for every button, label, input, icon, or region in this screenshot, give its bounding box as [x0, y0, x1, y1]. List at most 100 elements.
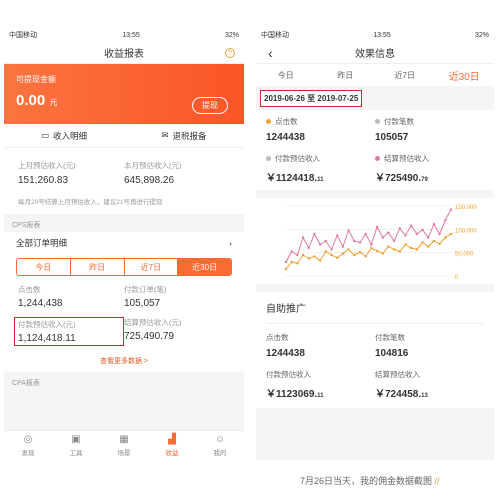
tab-tools[interactable]: ▣ 工具 [52, 431, 100, 460]
data-point [381, 236, 384, 239]
data-point [358, 241, 362, 244]
cpa-section-title: CPA报表 [12, 380, 40, 387]
help-icon[interactable]: ? [225, 47, 235, 58]
promo-paid-cents: 11 [317, 393, 324, 399]
settled-income-value: ￥725490. [375, 173, 422, 184]
data-point [415, 232, 419, 236]
tax-report-link[interactable]: ✉ 退税报备 [124, 124, 244, 147]
effect-stats: 点击数 1244438 付款笔数 105057 付款预估收入 ￥1124418.11 … [256, 110, 494, 190]
data-point [324, 250, 328, 253]
paid-income-label: 付款预估收入(元) [18, 320, 76, 329]
tab-today[interactable]: 今日 [17, 259, 71, 275]
withdraw-unit: 元 [49, 98, 58, 107]
tab-discover[interactable]: ◎ 发现 [4, 431, 52, 460]
promo-settled-value: ￥724458. [375, 389, 422, 400]
data-point [438, 242, 441, 245]
paid-income-cents: 11 [317, 177, 324, 183]
cps-section-title: CPS报表 [12, 222, 41, 229]
promo-settled-cents: 13 [421, 393, 428, 399]
data-point [381, 252, 384, 255]
paid-income-label: 付款预估收入 [275, 154, 320, 163]
data-point [387, 231, 390, 234]
this-month-label: 本月预估收入(元) [124, 161, 182, 170]
data-point [449, 232, 453, 236]
all-orders-label: 全部订单明细 [16, 238, 68, 248]
data-point [336, 256, 339, 259]
slash-icon: // [434, 476, 440, 486]
tab-yesterday[interactable]: 昨日 [71, 259, 125, 275]
caption-text: 7月26日当天，我的佣金数据截图 [300, 476, 433, 486]
tab-today[interactable]: 今日 [256, 70, 316, 81]
income-detail-link[interactable]: ▭ 收入明细 [4, 124, 124, 147]
tab-30days[interactable]: 近30日 [435, 68, 495, 83]
tab-me[interactable]: ☺ 我的 [196, 431, 244, 460]
view-more-link[interactable]: 查看更多数据 > [4, 350, 244, 372]
nav-bar: 收益报表 ? [4, 42, 244, 64]
tax-report-label: 退税报备 [172, 130, 207, 141]
paid-income-value: ￥1124418. [266, 173, 318, 184]
tab-yesterday[interactable]: 昨日 [316, 70, 376, 81]
income-detail-label: 收入明细 [53, 130, 88, 141]
tab-scenes[interactable]: ▦ 场景 [100, 431, 148, 460]
tab-7days[interactable]: 近7日 [375, 70, 435, 81]
left-screenshot: 中国移动 13:55 32% 收益报表 ? 可提现金额 0.00 元 提现 ▭ 收… [4, 28, 244, 460]
data-point [375, 249, 379, 252]
data-point [421, 228, 424, 231]
data-point [392, 239, 396, 243]
tab-tools-label: 工具 [69, 450, 83, 457]
data-point [421, 241, 424, 244]
data-point [409, 246, 413, 250]
data-point [307, 257, 310, 260]
data-point [432, 239, 436, 243]
time: 13:55 [373, 31, 391, 39]
data-point [347, 229, 350, 232]
data-point [296, 262, 299, 265]
chevron-right-icon: › [229, 238, 232, 248]
data-point [432, 223, 436, 226]
settled-income-cents: 79 [421, 177, 428, 183]
withdraw-label: 可提现金额 [16, 75, 56, 84]
self-promotion-card: 自助推广 点击数 1244438 付款笔数 104816 付款预估收入 ￥112306… [256, 292, 494, 408]
bottom-tab-bar: ◎ 发现 ▣ 工具 ▦ 场景 ▟ 收益 ☺ 我的 [4, 430, 244, 460]
wallet-icon: ▭ [40, 130, 49, 140]
data-point [336, 234, 339, 237]
data-point [290, 250, 293, 253]
status-bar: 中国移动 13:55 32% [4, 28, 244, 42]
nav-bar: ‹ 效果信息 [256, 42, 494, 64]
data-point [449, 208, 453, 211]
carrier: 中国移动 [9, 32, 37, 39]
data-point [438, 232, 441, 236]
tab-7days[interactable]: 近7日 [125, 259, 179, 275]
date-tabs: 今日 昨日 近7日 近30日 [16, 258, 232, 276]
page-title: 收益报表 [104, 49, 144, 60]
battery: 32% [474, 31, 489, 39]
this-month-value: 645,898.26 [124, 175, 175, 186]
all-orders-link[interactable]: 全部订单明细 › [4, 232, 244, 254]
withdraw-button[interactable]: 提现 [192, 97, 228, 114]
withdraw-card: 可提现金额 0.00 元 提现 [4, 64, 244, 124]
promo-paid-label: 付款预估收入 [266, 370, 311, 379]
data-point [375, 225, 379, 229]
trend-chart: 150,000 100,000 50,000 0 [256, 198, 494, 284]
caption: 7月26日当天，我的佣金数据截图 // [300, 474, 440, 487]
orders-label: 付款笔数 [384, 117, 414, 126]
data-point [370, 243, 373, 246]
legend-dot [266, 156, 271, 161]
data-point [353, 239, 356, 243]
tab-30days[interactable]: 近30日 [178, 259, 231, 275]
page-title: 效果信息 [355, 49, 395, 60]
promo-paid-value: ￥1123069. [266, 389, 318, 400]
promo-clicks-label: 点击数 [266, 333, 289, 342]
back-icon[interactable]: ‹ [268, 45, 273, 61]
data-point [398, 250, 401, 253]
user-icon: ☺ [214, 434, 226, 445]
grid-icon: ▦ [119, 434, 129, 445]
data-point [392, 248, 396, 251]
tab-earnings[interactable]: ▟ 收益 [148, 431, 196, 460]
data-point [330, 248, 333, 251]
date-range: 2019-06-26 至 2019-07-25 [260, 89, 363, 107]
data-point [398, 227, 401, 230]
data-point [307, 246, 310, 250]
legend-dot [375, 119, 380, 124]
data-point [409, 224, 413, 227]
